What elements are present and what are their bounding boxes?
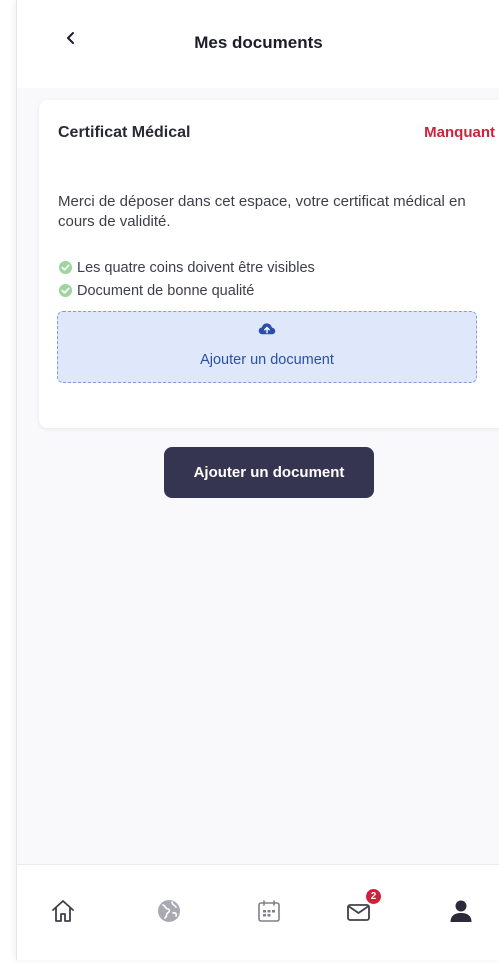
tab-explore[interactable] <box>149 891 189 931</box>
document-card: Certificat Médical Manquant Merci de dép… <box>39 100 499 428</box>
user-icon <box>450 900 472 922</box>
tab-home[interactable] <box>43 891 83 931</box>
upload-dropzone[interactable]: Ajouter un document <box>57 311 477 383</box>
globe-icon <box>158 900 180 922</box>
add-document-button[interactable]: Ajouter un document <box>164 447 374 498</box>
document-description: Merci de déposer dans cet espace, votre … <box>58 193 466 230</box>
app-screen: Mes documents Certificat Médical Manquan… <box>16 0 499 960</box>
bottom-tab-bar: 2 <box>17 864 499 960</box>
requirements-list: Les quatre coins doivent être visibles D… <box>58 256 315 302</box>
document-title: Certificat Médical <box>58 124 191 141</box>
tab-messages[interactable]: 2 <box>339 889 381 931</box>
header: Mes documents <box>17 0 499 88</box>
tab-profile[interactable] <box>441 891 481 931</box>
status-badge: Manquant <box>424 124 495 141</box>
list-item: Document de bonne qualité <box>58 279 315 302</box>
dropzone-label: Ajouter un document <box>200 352 334 368</box>
page-title: Mes documents <box>194 33 323 52</box>
home-icon <box>52 900 74 922</box>
check-circle-icon <box>58 283 73 298</box>
calendar-icon <box>258 900 280 922</box>
tab-calendar[interactable] <box>249 891 289 931</box>
cloud-upload-icon <box>258 323 276 335</box>
check-circle-icon <box>58 260 73 275</box>
requirement-text: Les quatre coins doivent être visibles <box>77 259 315 276</box>
notification-badge: 2 <box>366 889 381 904</box>
list-item: Les quatre coins doivent être visibles <box>58 256 315 279</box>
requirement-text: Document de bonne qualité <box>77 282 255 299</box>
